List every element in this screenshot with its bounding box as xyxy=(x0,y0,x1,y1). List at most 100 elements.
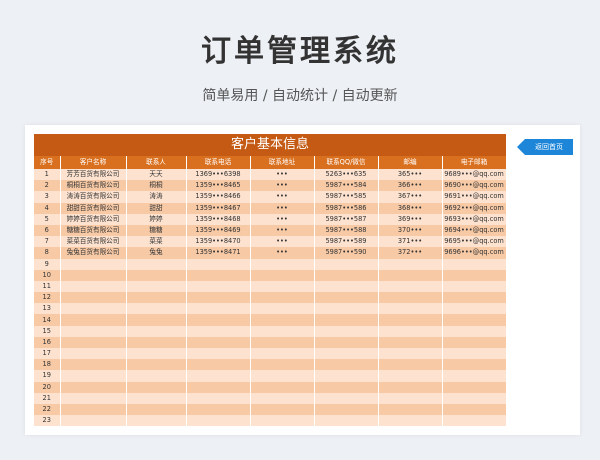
table-cell[interactable] xyxy=(314,325,379,337)
table-cell[interactable]: ••• xyxy=(250,191,315,203)
table-cell[interactable] xyxy=(442,403,507,416)
table-cell[interactable] xyxy=(186,392,251,404)
table-cell[interactable]: 1359•••8465 xyxy=(186,180,251,192)
table-cell[interactable] xyxy=(186,325,251,337)
table-cell[interactable] xyxy=(378,292,443,304)
table-cell[interactable]: 9694•••@qq.com xyxy=(442,224,507,237)
table-cell[interactable] xyxy=(126,292,187,304)
table-cell[interactable] xyxy=(250,269,315,281)
table-cell[interactable] xyxy=(378,359,443,371)
table-cell[interactable]: 22 xyxy=(34,403,61,416)
table-cell[interactable]: 365••• xyxy=(378,169,443,181)
table-cell[interactable]: 6 xyxy=(34,224,61,237)
table-cell[interactable] xyxy=(314,348,379,360)
table-cell[interactable] xyxy=(250,292,315,304)
table-cell[interactable] xyxy=(442,314,507,326)
table-cell[interactable]: 366••• xyxy=(378,180,443,192)
table-cell[interactable] xyxy=(60,314,127,326)
table-cell[interactable]: 1369•••6398 xyxy=(186,169,251,181)
table-cell[interactable] xyxy=(250,415,315,427)
table-cell[interactable]: 5987•••586 xyxy=(314,202,379,214)
table-cell[interactable] xyxy=(250,403,315,416)
table-cell[interactable]: 13 xyxy=(34,303,61,315)
table-cell[interactable]: 1359•••8468 xyxy=(186,213,251,225)
table-cell[interactable]: 16 xyxy=(34,336,61,348)
table-cell[interactable] xyxy=(314,403,379,416)
table-cell[interactable]: 5987•••587 xyxy=(314,213,379,225)
table-cell[interactable] xyxy=(314,303,379,315)
table-cell[interactable]: 7 xyxy=(34,236,61,248)
table-cell[interactable] xyxy=(250,314,315,326)
table-cell[interactable]: 糖糖百货有限公司 xyxy=(60,224,127,237)
table-cell[interactable] xyxy=(126,381,187,393)
table-cell[interactable] xyxy=(442,269,507,281)
table-cell[interactable] xyxy=(60,280,127,293)
table-cell[interactable] xyxy=(60,303,127,315)
table-cell[interactable]: 菜菜百货有限公司 xyxy=(60,236,127,248)
table-cell[interactable]: 18 xyxy=(34,359,61,371)
table-cell[interactable] xyxy=(378,280,443,293)
table-cell[interactable] xyxy=(250,348,315,360)
table-cell[interactable] xyxy=(186,370,251,382)
table-cell[interactable] xyxy=(60,292,127,304)
table-cell[interactable]: 14 xyxy=(34,314,61,326)
table-cell[interactable]: 5987•••590 xyxy=(314,247,379,259)
table-cell[interactable] xyxy=(186,359,251,371)
table-cell[interactable]: 19 xyxy=(34,370,61,382)
table-cell[interactable]: ••• xyxy=(250,202,315,214)
table-cell[interactable] xyxy=(378,269,443,281)
table-cell[interactable] xyxy=(250,303,315,315)
table-cell[interactable] xyxy=(186,303,251,315)
table-cell[interactable] xyxy=(314,314,379,326)
table-cell[interactable]: 10 xyxy=(34,269,61,281)
table-cell[interactable] xyxy=(126,258,187,270)
table-cell[interactable] xyxy=(126,280,187,293)
table-cell[interactable] xyxy=(186,269,251,281)
table-cell[interactable] xyxy=(126,359,187,371)
table-cell[interactable]: 8 xyxy=(34,247,61,259)
table-cell[interactable] xyxy=(314,292,379,304)
table-cell[interactable] xyxy=(378,392,443,404)
table-cell[interactable]: 甜甜百货有限公司 xyxy=(60,202,127,214)
table-cell[interactable]: 9695•••@qq.com xyxy=(442,236,507,248)
table-cell[interactable]: 9696•••@qq.com xyxy=(442,247,507,259)
table-cell[interactable] xyxy=(442,415,507,427)
table-cell[interactable] xyxy=(186,280,251,293)
table-cell[interactable] xyxy=(126,348,187,360)
table-cell[interactable]: 1 xyxy=(34,169,61,181)
table-cell[interactable]: ••• xyxy=(250,224,315,237)
table-cell[interactable]: 9693•••@qq.com xyxy=(442,213,507,225)
table-cell[interactable]: 5987•••588 xyxy=(314,224,379,237)
table-cell[interactable]: 9 xyxy=(34,258,61,270)
back-to-home-button[interactable]: 返回首页 xyxy=(517,139,575,155)
table-cell[interactable]: 涛涛百货有限公司 xyxy=(60,191,127,203)
table-cell[interactable] xyxy=(186,403,251,416)
table-cell[interactable] xyxy=(250,370,315,382)
table-cell[interactable]: 芳芳百货有限公司 xyxy=(60,169,127,181)
table-cell[interactable] xyxy=(442,325,507,337)
table-cell[interactable] xyxy=(378,325,443,337)
table-cell[interactable] xyxy=(126,403,187,416)
table-cell[interactable] xyxy=(126,392,187,404)
table-cell[interactable]: 1359•••8471 xyxy=(186,247,251,259)
table-cell[interactable] xyxy=(60,381,127,393)
table-cell[interactable] xyxy=(186,415,251,427)
table-cell[interactable]: 23 xyxy=(34,415,61,427)
table-cell[interactable] xyxy=(60,258,127,270)
table-cell[interactable] xyxy=(126,269,187,281)
table-cell[interactable] xyxy=(250,258,315,270)
table-cell[interactable]: 372••• xyxy=(378,247,443,259)
table-cell[interactable] xyxy=(60,370,127,382)
table-cell[interactable]: 甜甜 xyxy=(126,202,187,214)
table-cell[interactable]: ••• xyxy=(250,169,315,181)
table-cell[interactable] xyxy=(314,359,379,371)
table-cell[interactable] xyxy=(126,325,187,337)
table-cell[interactable] xyxy=(126,314,187,326)
table-cell[interactable] xyxy=(60,392,127,404)
table-cell[interactable] xyxy=(126,370,187,382)
table-cell[interactable]: ••• xyxy=(250,180,315,192)
table-cell[interactable]: 369••• xyxy=(378,213,443,225)
table-cell[interactable] xyxy=(314,392,379,404)
table-cell[interactable] xyxy=(378,303,443,315)
table-cell[interactable] xyxy=(126,303,187,315)
